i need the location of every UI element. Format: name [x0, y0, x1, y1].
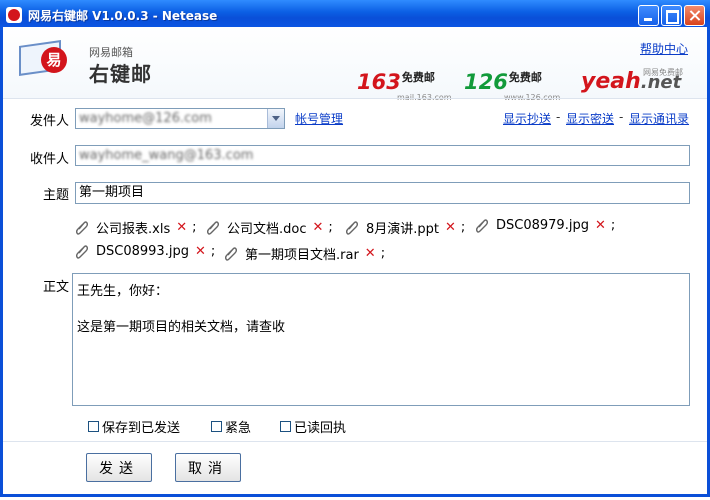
- paperclip-icon: [346, 220, 358, 235]
- read-receipt-checkbox[interactable]: 已读回执: [280, 417, 346, 436]
- read-receipt-label: 已读回执: [294, 421, 347, 436]
- remove-attachment-icon[interactable]: ✕: [445, 220, 456, 235]
- urgent-checkbox[interactable]: 紧急: [211, 417, 251, 436]
- attachment-item: 8月演讲.ppt ✕ ;: [346, 218, 465, 237]
- mail-logo-icon: 易: [19, 39, 67, 76]
- remove-attachment-icon[interactable]: ✕: [176, 220, 187, 235]
- logo-badge: 易: [41, 47, 67, 73]
- show-contacts-link[interactable]: 显示通讯录: [629, 110, 689, 127]
- window-title: 网易右键邮 V1.0.0.3 - Netease: [28, 9, 218, 23]
- app-window: 网易右键邮 V1.0.0.3 - Netease 易 网易邮箱 右键邮 帮助中心…: [0, 0, 710, 497]
- body-label: 正文: [42, 280, 69, 295]
- brand-163-logo: 163免费邮 mail.163.com: [357, 70, 452, 102]
- subject-input[interactable]: 第一期项目: [75, 182, 690, 204]
- maximize-button[interactable]: [661, 5, 682, 26]
- paperclip-icon: [207, 220, 219, 235]
- attachment-name: 公司报表.xls: [96, 222, 171, 237]
- attachment-item: DSC08993.jpg ✕ ;: [76, 244, 215, 259]
- chevron-down-icon[interactable]: [267, 109, 284, 128]
- from-account-select[interactable]: wayhome@126.com: [75, 108, 285, 129]
- attachment-item: DSC08979.jpg ✕ ;: [476, 218, 615, 233]
- paperclip-icon: [476, 218, 488, 233]
- title-bar[interactable]: 网易右键邮 V1.0.0.3 - Netease: [0, 0, 710, 30]
- remove-attachment-icon[interactable]: ✕: [365, 246, 376, 261]
- subject-value: 第一期项目: [79, 185, 145, 200]
- save-sent-checkbox[interactable]: 保存到已发送: [88, 417, 180, 436]
- link-separator: -: [556, 110, 561, 124]
- header-divider: [3, 98, 707, 99]
- body-line: 这是第一期项目的相关文档，请查收: [77, 320, 286, 335]
- brand-yeah-logo: yeah.net 网易免费邮: [581, 68, 683, 94]
- checkbox-box[interactable]: [280, 421, 291, 432]
- remove-attachment-icon[interactable]: ✕: [195, 244, 206, 259]
- message-body-textarea[interactable]: 王先生，你好： 这是第一期项目的相关文档，请查收: [72, 273, 690, 406]
- help-center-link[interactable]: 帮助中心: [640, 40, 688, 57]
- attachment-name: 8月演讲.ppt: [366, 222, 440, 237]
- paperclip-icon: [76, 220, 88, 235]
- brand-126-logo: 126免费邮 www.126.com: [464, 70, 560, 102]
- minimize-button[interactable]: [638, 5, 659, 26]
- attachment-item: 第一期项目文档.rar ✕ ;: [225, 244, 385, 263]
- send-button[interactable]: 发送: [86, 453, 152, 482]
- attachment-item: 公司报表.xls ✕ ;: [76, 218, 197, 237]
- header-banner: 易 网易邮箱 右键邮 帮助中心 163免费邮 mail.163.com 126免…: [3, 27, 707, 102]
- account-manage-link[interactable]: 帐号管理: [295, 110, 343, 127]
- attachment-name: DSC08979.jpg: [496, 218, 589, 233]
- show-bcc-link[interactable]: 显示密送: [566, 110, 614, 127]
- checkbox-box[interactable]: [211, 421, 222, 432]
- close-button[interactable]: [684, 5, 705, 26]
- attachment-name: 第一期项目文档.rar: [245, 248, 359, 263]
- attachment-name: 公司文档.doc: [227, 222, 307, 237]
- to-value: wayhome_wang@163.com: [79, 148, 254, 163]
- subject-label: 主题: [42, 188, 69, 203]
- footer-divider: [3, 441, 707, 442]
- attachment-name: DSC08993.jpg: [96, 244, 189, 259]
- attachment-item: 公司文档.doc ✕ ;: [207, 218, 333, 237]
- paperclip-icon: [76, 244, 88, 259]
- link-separator: -: [619, 110, 624, 124]
- logo-title: 右键邮: [89, 62, 152, 86]
- to-input[interactable]: wayhome_wang@163.com: [75, 145, 690, 166]
- checkbox-box[interactable]: [88, 421, 99, 432]
- from-label: 发件人: [29, 114, 69, 129]
- remove-attachment-icon[interactable]: ✕: [313, 220, 324, 235]
- to-label: 收件人: [29, 152, 69, 167]
- show-cc-link[interactable]: 显示抄送: [503, 110, 551, 127]
- app-icon: [6, 7, 22, 23]
- save-sent-label: 保存到已发送: [102, 421, 181, 436]
- remove-attachment-icon[interactable]: ✕: [595, 218, 606, 233]
- from-value: wayhome@126.com: [79, 111, 212, 126]
- paperclip-icon: [225, 246, 237, 261]
- cancel-button[interactable]: 取消: [175, 453, 241, 482]
- body-line: 王先生，你好：: [77, 284, 169, 299]
- urgent-label: 紧急: [225, 421, 252, 436]
